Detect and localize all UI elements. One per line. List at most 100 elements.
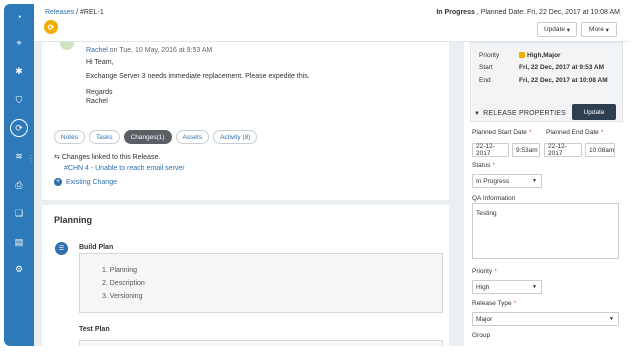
planned-end-time-input[interactable]: 10:08am: [585, 143, 615, 157]
chevron-down-icon: ▼: [532, 178, 537, 184]
release-status-icon: ⟳: [44, 20, 58, 34]
update-dropdown-button[interactable]: Update ▾: [537, 22, 577, 37]
properties-update-button[interactable]: Update: [572, 104, 616, 120]
release-properties-title: RELEASE PROPERTIES: [483, 110, 566, 117]
comment-timestamp: on Tue, 10 May, 2016 at 9:53 AM: [107, 47, 213, 54]
settings-icon[interactable]: ⚙: [12, 262, 26, 276]
app-sidebar: ◔ ⌖ ✱ ⛉ ⟳ ≋ · · · ⎙ ❏ ▤ ⚙: [4, 4, 34, 346]
update-dropdown-label: Update: [543, 26, 565, 33]
conversation-card: Rachel on Tue, 10 May, 2016 at 9:53 AM H…: [42, 42, 449, 200]
release-type-select[interactable]: Major ▼: [472, 312, 619, 326]
tab-changes[interactable]: Changes(1): [123, 130, 172, 144]
build-plan-item: 1. Planning: [102, 267, 138, 274]
more-dots-icon[interactable]: · · ·: [30, 153, 32, 165]
caret-down-icon: ▼: [474, 111, 481, 117]
changes-heading-text: Changes linked to this Release.: [61, 154, 161, 161]
planned-end-label: Planned End Date *: [546, 129, 603, 136]
planning-title: Planning: [54, 215, 92, 225]
tag-icon[interactable]: ⌖: [12, 36, 26, 50]
priority-field-label: Priority *: [472, 268, 497, 275]
chart-icon[interactable]: ▤: [12, 235, 26, 249]
required-asterisk: *: [600, 129, 604, 136]
avatar: [60, 42, 74, 50]
document-icon[interactable]: ⎙: [12, 178, 26, 192]
test-plan-box: [79, 340, 443, 346]
build-plan-box: 1. Planning 2. Description 3. Versioning: [79, 253, 443, 313]
chevron-down-icon: ▾: [605, 26, 609, 34]
group-label: Group: [472, 332, 491, 339]
required-asterisk: *: [494, 268, 497, 275]
chevron-down-icon: ▼: [609, 316, 614, 322]
breadcrumb-releases-link[interactable]: Releases: [45, 9, 74, 16]
priority-select-value: High: [476, 283, 490, 291]
planned-date-text: , Planned Date: Fri, 22 Dec, 2017 at 10:…: [474, 9, 620, 16]
release-type-label-text: Release Type: [472, 300, 512, 307]
planned-end-label-text: Planned End Date: [546, 129, 599, 136]
comment-header: Rachel on Tue, 10 May, 2016 at 9:53 AM: [86, 47, 212, 54]
more-dropdown-label: More: [589, 26, 604, 33]
status-line: In Progress , Planned Date: Fri, 22 Dec,…: [436, 9, 620, 16]
chevron-down-icon: ▾: [566, 26, 571, 34]
existing-change-label: Existing Change: [66, 178, 117, 186]
detail-tabs: Notes Tasks Changes(1) Assets Activity (…: [54, 130, 258, 144]
scrollbar[interactable]: [453, 42, 459, 346]
status-field-label: Status *: [472, 162, 495, 169]
comment-body: Exchange Server 3 needs immediate replac…: [86, 73, 310, 80]
end-info-value: Fri, 22 Dec, 2017 at 10:08 AM: [519, 77, 608, 84]
status-field-label-text: Status: [472, 162, 491, 169]
end-info-label: End: [479, 77, 491, 84]
release-type-label: Release Type *: [472, 300, 516, 307]
build-plan-icon: ☰: [55, 242, 68, 255]
priority-color-icon: [519, 52, 525, 58]
qa-info-label: QA Information: [472, 195, 516, 202]
planned-end-date-input[interactable]: 22-12-2017: [544, 143, 582, 157]
comment-author-link[interactable]: Rachel: [86, 47, 108, 54]
planned-start-time-input[interactable]: 9:53am: [512, 143, 540, 157]
test-plan-title: Test Plan: [79, 326, 110, 333]
chevron-down-icon: ▼: [532, 284, 537, 290]
tab-assets[interactable]: Assets: [175, 130, 210, 144]
comment-signoff: Regards: [86, 89, 113, 96]
priority-info-text: High,Major: [527, 52, 561, 59]
layers-icon[interactable]: ≋: [12, 149, 26, 163]
top-bar: Releases / #REL-1 ⟳ In Progress , Planne…: [34, 4, 629, 42]
release-type-select-value: Major: [476, 315, 493, 323]
linked-change-link[interactable]: #CHN 4 - Unable to reach email server: [64, 165, 185, 172]
start-info-value: Fri, 22 Dec, 2017 at 9:53 AM: [519, 64, 605, 71]
status-text: In Progress: [436, 9, 475, 16]
build-plan-title: Build Plan: [79, 244, 114, 251]
main-frame: Releases / #REL-1 ⟳ In Progress , Planne…: [34, 4, 629, 346]
priority-select[interactable]: High ▼: [472, 280, 542, 294]
comment-greeting: Hi Team,: [86, 59, 114, 66]
dashboard-icon[interactable]: ◔: [12, 10, 26, 24]
release-properties-heading[interactable]: ▼ RELEASE PROPERTIES: [474, 110, 566, 117]
shield-icon[interactable]: ⛉: [12, 93, 26, 107]
required-asterisk: *: [528, 129, 532, 136]
priority-info-value: High,Major: [519, 52, 561, 59]
more-dropdown-button[interactable]: More ▾: [581, 22, 617, 37]
priority-info-label: Priority: [479, 52, 500, 59]
plus-icon: +: [54, 178, 62, 186]
existing-change-button[interactable]: + Existing Change: [54, 178, 117, 186]
build-plan-item: 3. Versioning: [102, 293, 143, 300]
breadcrumb-current: #REL-1: [80, 9, 104, 16]
bug-icon[interactable]: ✱: [12, 64, 26, 78]
required-asterisk: *: [492, 162, 495, 169]
start-info-label: Start: [479, 64, 493, 71]
tab-notes[interactable]: Notes: [54, 130, 85, 144]
tab-tasks[interactable]: Tasks: [88, 130, 120, 144]
qa-info-textarea[interactable]: Testing: [472, 203, 619, 259]
tab-activity[interactable]: Activity (8): [213, 130, 258, 144]
build-plan-item: 2. Description: [102, 280, 145, 287]
release-icon[interactable]: ⟳: [10, 119, 28, 137]
priority-field-label-text: Priority: [472, 268, 493, 275]
properties-panel: Priority High,Major Start Fri, 22 Dec, 2…: [464, 42, 629, 346]
breadcrumb: Releases / #REL-1: [45, 9, 104, 16]
change-icon: ⇆: [54, 154, 60, 161]
planned-start-date-input[interactable]: 22-12-2017: [472, 143, 509, 157]
planning-card: Planning ☰ Build Plan 1. Planning 2. Des…: [42, 205, 449, 346]
status-select[interactable]: In Progress ▼: [472, 174, 542, 188]
comment-signature: Rachel: [86, 98, 108, 105]
planned-start-label: Planned Start Date *: [472, 129, 531, 136]
book-icon[interactable]: ❏: [12, 206, 26, 220]
